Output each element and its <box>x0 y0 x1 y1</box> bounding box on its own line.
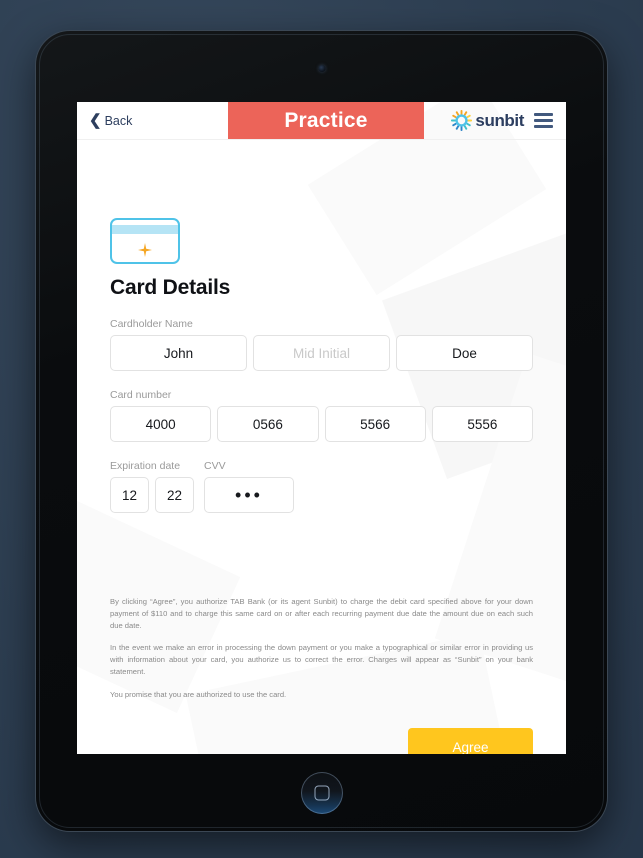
expiration-group: Expiration date 12 22 <box>110 460 194 513</box>
legal-disclosure: By clicking “Agree”, you authorize TAB B… <box>110 596 533 700</box>
card-number-label: Card number <box>110 389 172 401</box>
card-number-input-1[interactable]: 4000 <box>110 406 212 442</box>
card-number-row: 4000 0566 5566 5556 <box>110 406 533 442</box>
page-title: Card Details <box>110 276 231 299</box>
page-content: Card Details Cardholder Name John Mid In… <box>77 218 566 754</box>
expiration-month-input[interactable]: 12 <box>110 477 149 513</box>
expiration-inputs: 12 22 <box>110 477 194 513</box>
chevron-left-icon: ❮ <box>89 111 102 129</box>
back-button[interactable]: ❮ Back <box>77 102 228 139</box>
legal-paragraph-2: In the event we make an error in process… <box>110 643 533 676</box>
app-top-bar: ❮ Back Practice sunbit <box>77 102 566 140</box>
home-button[interactable] <box>300 772 343 814</box>
card-icon-wrapper <box>110 218 533 264</box>
expiration-year-input[interactable]: 22 <box>155 477 194 513</box>
sparkle-icon <box>138 243 152 257</box>
practice-banner: Practice <box>228 102 424 139</box>
tablet-screen: ❮ Back Practice sunbit Card Details Card… <box>77 102 566 754</box>
sunbit-logo[interactable]: sunbit <box>451 110 524 131</box>
cvv-input[interactable]: ••• <box>204 477 294 513</box>
home-square-icon <box>314 785 329 801</box>
card-stripe <box>112 225 178 234</box>
legal-paragraph-3: You promise that you are authorized to u… <box>110 689 287 699</box>
card-number-group: Card number 4000 0566 5566 5556 <box>110 389 533 442</box>
brand-area: sunbit <box>424 102 566 139</box>
sunbit-wordmark: sunbit <box>475 110 524 130</box>
cvv-label: CVV <box>204 460 226 472</box>
card-number-input-3[interactable]: 5566 <box>324 406 426 442</box>
last-name-input[interactable]: Doe <box>396 335 533 371</box>
cvv-masked-value: ••• <box>235 485 263 505</box>
agree-button[interactable]: Agree <box>408 728 533 754</box>
sunburst-logo-icon <box>451 110 473 131</box>
agree-row: Agree <box>110 728 533 754</box>
middle-initial-input[interactable]: Mid Initial <box>253 335 390 371</box>
hamburger-menu-icon[interactable] <box>534 113 553 128</box>
card-number-input-2[interactable]: 0566 <box>217 406 319 442</box>
cardholder-name-label: Cardholder Name <box>110 318 193 330</box>
cardholder-name-row: John Mid Initial Doe <box>110 335 533 371</box>
credit-card-icon <box>110 218 180 264</box>
legal-paragraph-1: By clicking “Agree”, you authorize TAB B… <box>110 597 533 630</box>
practice-label: Practice <box>284 108 368 132</box>
back-label: Back <box>104 113 133 128</box>
cvv-group: CVV ••• <box>204 460 294 513</box>
front-camera-icon <box>318 65 325 72</box>
card-number-input-4[interactable]: 5556 <box>431 406 533 442</box>
tablet-device: ❮ Back Practice sunbit Card Details Card… <box>36 31 607 831</box>
cardholder-name-group: Cardholder Name John Mid Initial Doe <box>110 318 533 371</box>
expiration-label: Expiration date <box>110 460 181 472</box>
expiration-cvv-row: Expiration date 12 22 CVV ••• <box>110 460 533 513</box>
first-name-input[interactable]: John <box>110 335 247 371</box>
